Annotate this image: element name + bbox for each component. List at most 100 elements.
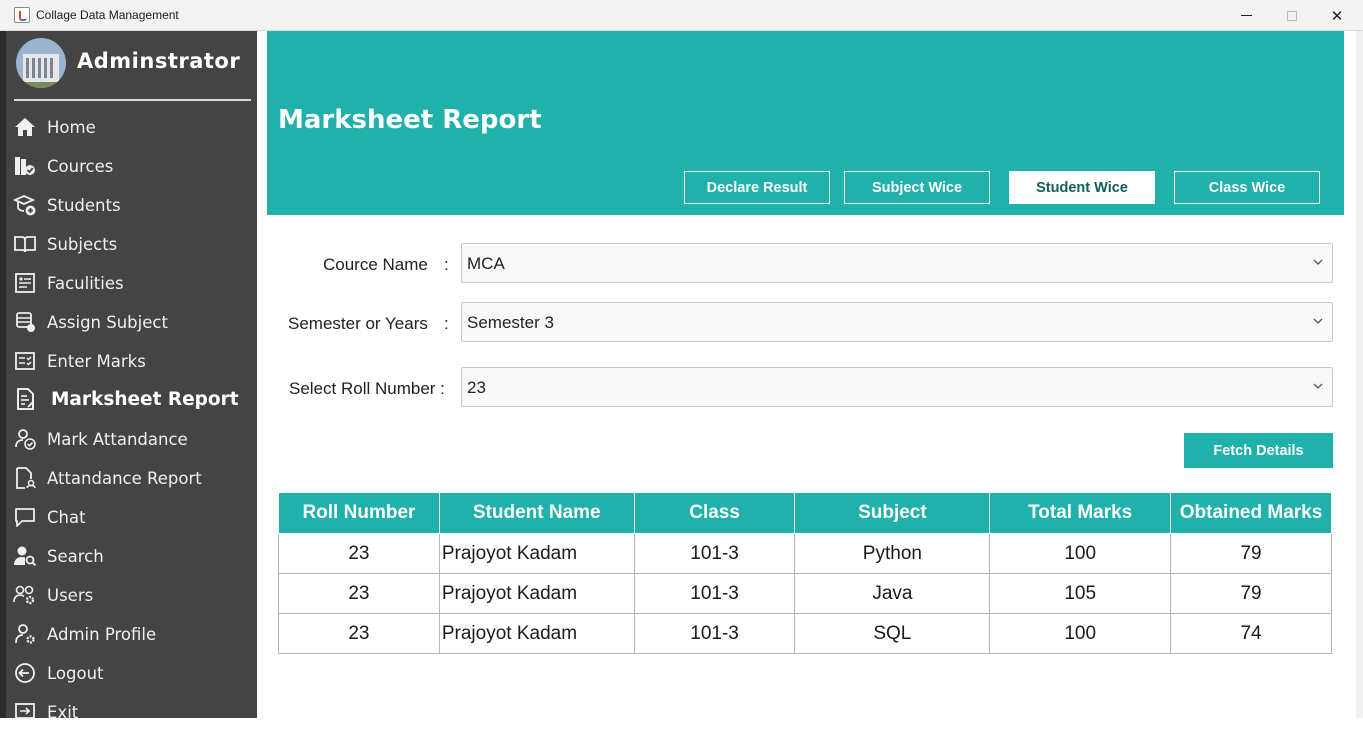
java-app-icon (14, 7, 30, 23)
page-header: Marksheet Report Declare Result Subject … (267, 31, 1344, 215)
roll-number-label: Select Roll Number : (289, 379, 445, 398)
sidebar-item-enter-marks[interactable]: Enter Marks (6, 343, 257, 379)
user-search-icon (12, 543, 38, 569)
sidebar-item-mark-attandance[interactable]: Mark Attandance (6, 421, 257, 457)
table-cell: Python (794, 533, 991, 574)
user-gear-icon (12, 621, 38, 647)
sidebar-item-students[interactable]: Students (6, 187, 257, 223)
sidebar-item-label: Exit (47, 702, 79, 722)
sidebar-divider (14, 99, 251, 101)
users-settings-icon (12, 582, 38, 608)
table-cell: Java (794, 573, 991, 614)
sidebar-item-logout[interactable]: Logout (6, 655, 257, 691)
sidebar-item-label: Enter Marks (47, 351, 146, 371)
close-button[interactable]: ✕ (1314, 0, 1360, 31)
table-row[interactable]: 23 Prajoyot Kadam 101-3 Python 100 79 (278, 533, 1332, 574)
semester-value: Semester 3 (467, 313, 554, 332)
chat-icon (12, 504, 38, 530)
sidebar-item-admin-profile[interactable]: Admin Profile (6, 616, 257, 652)
window-title: Collage Data Management (36, 8, 179, 22)
exit-icon (12, 699, 38, 725)
home-icon (12, 114, 38, 140)
column-header[interactable]: Total Marks (989, 492, 1172, 534)
table-header-row: Roll Number Student Name Class Subject T… (278, 492, 1332, 534)
roll-number-value: 23 (467, 378, 486, 397)
logout-icon (12, 660, 38, 686)
table-cell: Prajoyot Kadam (438, 533, 635, 574)
sidebar-item-cources[interactable]: Cources (6, 148, 257, 184)
books-icon (12, 153, 38, 179)
semester-label: Semester or Years (288, 314, 428, 333)
table-cell: 105 (989, 573, 1172, 614)
subject-wice-button[interactable]: Subject Wice (844, 171, 990, 204)
table-cell: 23 (278, 533, 440, 574)
table-cell: 74 (1170, 613, 1332, 654)
user-check-icon (12, 426, 38, 452)
fetch-details-button[interactable]: Fetch Details (1184, 433, 1333, 468)
report-icon (12, 386, 38, 412)
chevron-down-icon (1311, 255, 1325, 269)
sidebar-item-label: Logout (47, 663, 104, 683)
semester-select[interactable]: Semester 3 (461, 302, 1333, 342)
admin-name: Adminstrator (77, 49, 241, 73)
assign-icon (12, 309, 38, 335)
sidebar-item-label: Subjects (47, 234, 118, 254)
sidebar-item-label: Attandance Report (47, 468, 202, 488)
column-header[interactable]: Class (633, 492, 796, 534)
table-cell: 79 (1170, 533, 1332, 574)
roll-number-select[interactable]: 23 (461, 367, 1333, 407)
maximize-button[interactable] (1269, 0, 1315, 31)
sidebar-item-assign-subject[interactable]: Assign Subject (6, 304, 257, 340)
sidebar-item-home[interactable]: Home (6, 109, 257, 145)
sidebar-item-label: Mark Attandance (47, 429, 188, 449)
sidebar-item-subjects[interactable]: Subjects (6, 226, 257, 262)
sidebar-item-label: Chat (47, 507, 86, 527)
sidebar-item-marksheet-report[interactable]: Marksheet Report (6, 381, 257, 417)
table-cell: 100 (989, 533, 1172, 574)
table-row[interactable]: 23 Prajoyot Kadam 101-3 Java 105 79 (278, 573, 1332, 614)
course-name-select[interactable]: MCA (461, 243, 1333, 283)
window-titlebar: Collage Data Management ✕ (0, 0, 1363, 31)
table-cell: Prajoyot Kadam (438, 573, 635, 614)
sidebar-item-faculities[interactable]: Faculities (6, 265, 257, 301)
sidebar-item-attandance-report[interactable]: Attandance Report (6, 460, 257, 496)
declare-result-button[interactable]: Declare Result (684, 171, 830, 204)
sidebar: Adminstrator Home Cources Students Subje… (6, 31, 257, 722)
sidebar-item-label: Marksheet Report (51, 388, 239, 410)
table-cell: 101-3 (633, 573, 796, 614)
chevron-down-icon (1311, 314, 1325, 328)
book-open-icon (12, 231, 38, 257)
id-card-icon (12, 270, 38, 296)
avatar (16, 38, 66, 88)
sidebar-item-search[interactable]: Search (6, 538, 257, 574)
table-cell: 101-3 (633, 533, 796, 574)
column-header[interactable]: Student Name (438, 492, 635, 534)
column-header[interactable]: Roll Number (278, 492, 440, 534)
sidebar-item-label: Faculities (47, 273, 124, 293)
student-wice-button[interactable]: Student Wice (1009, 171, 1155, 204)
sidebar-item-label: Home (47, 117, 96, 137)
table-cell: SQL (794, 613, 991, 654)
class-wice-button[interactable]: Class Wice (1174, 171, 1320, 204)
sidebar-item-label: Users (47, 585, 94, 605)
document-user-icon (12, 465, 38, 491)
student-add-icon (12, 192, 38, 218)
table-cell: 100 (989, 613, 1172, 654)
page-title: Marksheet Report (278, 105, 542, 135)
sidebar-item-exit[interactable]: Exit (6, 694, 257, 730)
course-name-colon: : (444, 255, 449, 274)
minimize-button[interactable] (1223, 0, 1269, 31)
table-cell: 23 (278, 573, 440, 614)
sidebar-item-chat[interactable]: Chat (6, 499, 257, 535)
minimize-icon (1240, 15, 1252, 16)
sidebar-item-label: Students (47, 195, 121, 215)
sidebar-item-label: Cources (47, 156, 114, 176)
course-name-value: MCA (467, 254, 505, 273)
table-cell: 101-3 (633, 613, 796, 654)
maximize-icon (1287, 10, 1297, 21)
column-header[interactable]: Subject (794, 492, 991, 534)
column-header[interactable]: Obtained Marks (1170, 492, 1332, 534)
table-row[interactable]: 23 Prajoyot Kadam 101-3 SQL 100 74 (278, 613, 1332, 654)
sidebar-item-users[interactable]: Users (6, 577, 257, 613)
marks-table: Roll Number Student Name Class Subject T… (278, 492, 1332, 654)
